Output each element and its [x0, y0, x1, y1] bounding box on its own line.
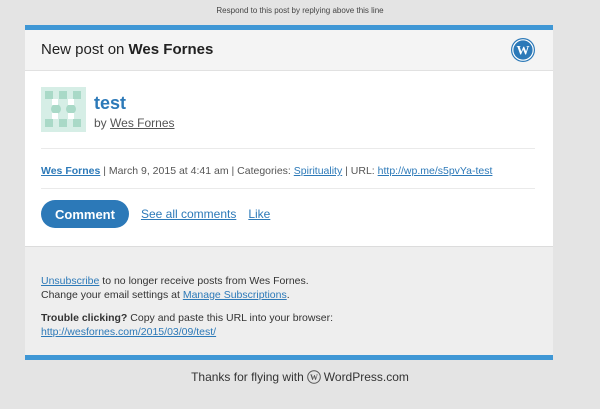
wordpress-logo-icon[interactable]: W	[510, 37, 536, 63]
card-header: New post on Wes Fornes W	[25, 30, 553, 71]
byline-prefix: by	[94, 116, 107, 130]
header-prefix: New post on	[41, 41, 129, 58]
meta-category-link[interactable]: Spirituality	[294, 165, 342, 177]
wordpress-small-icon: W	[306, 370, 321, 384]
like-link[interactable]: Like	[248, 207, 270, 221]
svg-text:W: W	[517, 43, 530, 58]
header-title: New post on Wes Fornes	[41, 41, 213, 58]
comment-button[interactable]: Comment	[41, 200, 129, 228]
meta-url-label: URL:	[350, 165, 375, 177]
trouble-label: Trouble clicking?	[41, 312, 128, 324]
meta-separator: |	[103, 165, 106, 177]
meta-author-link[interactable]: Wes Fornes	[41, 165, 100, 177]
unsubscribe-line: Unsubscribe to no longer receive posts f…	[41, 274, 537, 288]
header-site-name: Wes Fornes	[128, 41, 214, 58]
post-url-link[interactable]: http://wesfornes.com/2015/03/09/test/	[41, 326, 216, 338]
post-title-link[interactable]: test	[94, 93, 126, 114]
manage-subscriptions-link[interactable]: Manage Subscriptions	[183, 289, 287, 301]
period: .	[286, 289, 290, 301]
post-actions: Comment See all comments Like	[41, 199, 270, 229]
thanks-footer: Thanks for flying with W WordPress.com	[0, 370, 600, 384]
footer-section: Unsubscribe to no longer receive posts f…	[25, 246, 553, 360]
brand-name: WordPress.com	[323, 370, 409, 384]
reply-instruction: Respond to this post by replying above t…	[216, 6, 384, 15]
divider-top	[41, 148, 535, 149]
meta-date: March 9, 2015 at 4:41 am	[108, 165, 229, 177]
change-settings-text: Change your email settings at	[41, 289, 183, 301]
post-byline: by Wes Fornes	[94, 116, 175, 130]
author-avatar[interactable]	[41, 87, 86, 132]
unsubscribe-link[interactable]: Unsubscribe	[41, 275, 99, 287]
footer-accent-bar	[25, 355, 553, 360]
meta-categories-label: Categories:	[237, 165, 291, 177]
thanks-prefix: Thanks for flying with	[191, 370, 304, 384]
meta-separator: |	[345, 165, 348, 177]
meta-separator: |	[231, 165, 235, 177]
unsubscribe-text: to no longer receive posts from Wes Forn…	[99, 275, 309, 287]
meta-url-link[interactable]: http://wp.me/s5pvYa-test	[378, 165, 493, 177]
divider-bottom	[41, 188, 535, 189]
byline-author-link[interactable]: Wes Fornes	[110, 116, 174, 130]
svg-text:W: W	[310, 373, 318, 382]
trouble-text: Copy and paste this URL into your browse…	[127, 312, 333, 324]
see-all-comments-link[interactable]: See all comments	[141, 207, 236, 221]
post-meta: Wes Fornes | March 9, 2015 at 4:41 am | …	[41, 165, 535, 177]
trouble-line: Trouble clicking? Copy and paste this UR…	[41, 311, 537, 325]
post-url-line: http://wesfornes.com/2015/03/09/test/	[41, 325, 537, 339]
settings-line: Change your email settings at Manage Sub…	[41, 288, 537, 302]
